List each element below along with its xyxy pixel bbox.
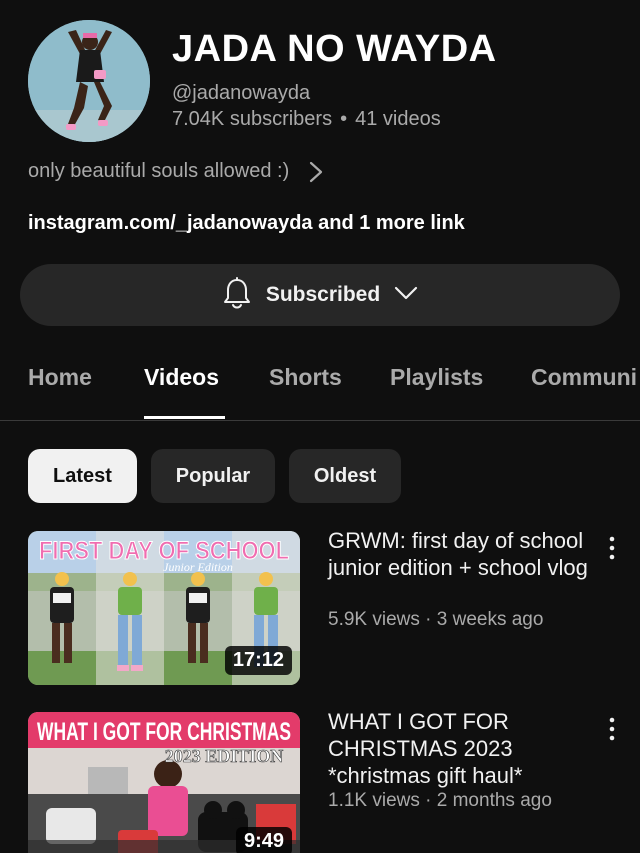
channel-avatar[interactable] [28, 20, 150, 142]
bell-icon [222, 276, 252, 314]
channel-links[interactable]: instagram.com/_jadanowayda and 1 more li… [28, 212, 465, 235]
video-meta: 1.1K views · 2 months ago [328, 790, 552, 811]
tab-community[interactable]: Communi [531, 364, 637, 391]
channel-stats: 7.04K subscribers • 41 videos [172, 108, 441, 131]
channel-name: JADA NO WAYDA [172, 28, 497, 70]
chip-latest[interactable]: Latest [28, 449, 137, 503]
stats-separator: • [340, 108, 348, 130]
tab-shorts[interactable]: Shorts [269, 364, 342, 391]
more-vert-icon[interactable] [604, 535, 620, 561]
channel-tabs: Home Videos Shorts Playlists Communi [0, 350, 640, 421]
video-count: 41 videos [355, 108, 441, 130]
channel-page: JADA NO WAYDA @jadanowayda 7.04K subscri… [0, 0, 640, 853]
thumbnail-subtext: 2023 EDITION [165, 746, 284, 766]
video-item[interactable]: WHAT I GOT FOR CHRISTMAS 2023 EDITION 9:… [0, 709, 640, 853]
tab-home[interactable]: Home [28, 364, 92, 391]
thumbnail-subtext: Junior Edition [163, 560, 233, 574]
active-tab-indicator [144, 416, 225, 419]
tab-playlists[interactable]: Playlists [390, 364, 483, 391]
video-meta: 5.9K views · 3 weeks ago [328, 609, 544, 630]
video-item[interactable]: FIRST DAY OF SCHOOL Junior Edition 17:12… [0, 528, 640, 691]
tab-videos[interactable]: Videos [144, 364, 219, 391]
video-thumbnail[interactable]: WHAT I GOT FOR CHRISTMAS 2023 EDITION 9:… [28, 712, 300, 853]
subscriber-count: 7.04K subscribers [172, 108, 333, 130]
avatar-photo [28, 20, 150, 142]
video-duration: 9:49 [235, 827, 292, 853]
thumbnail-title-text: WHAT I GOT FOR CHRISTMAS [37, 718, 291, 746]
chevron-down-icon [394, 286, 418, 305]
chip-popular[interactable]: Popular [151, 449, 275, 503]
subscribed-button[interactable]: Subscribed [20, 264, 620, 326]
description-text: only beautiful souls allowed :) [28, 160, 290, 182]
video-title[interactable]: GRWM: first day of school junior edition… [328, 527, 590, 581]
video-title[interactable]: WHAT I GOT FOR CHRISTMAS 2023 *christmas… [328, 708, 590, 789]
subscribed-label: Subscribed [265, 283, 381, 306]
video-duration: 17:12 [224, 646, 292, 675]
more-vert-icon[interactable] [604, 716, 620, 742]
channel-handle: @jadanowayda [172, 82, 311, 104]
channel-description[interactable]: only beautiful souls allowed :) [28, 160, 323, 183]
chip-oldest[interactable]: Oldest [289, 449, 401, 503]
chevron-right-icon [309, 161, 323, 183]
video-thumbnail[interactable]: FIRST DAY OF SCHOOL Junior Edition 17:12 [28, 531, 300, 685]
